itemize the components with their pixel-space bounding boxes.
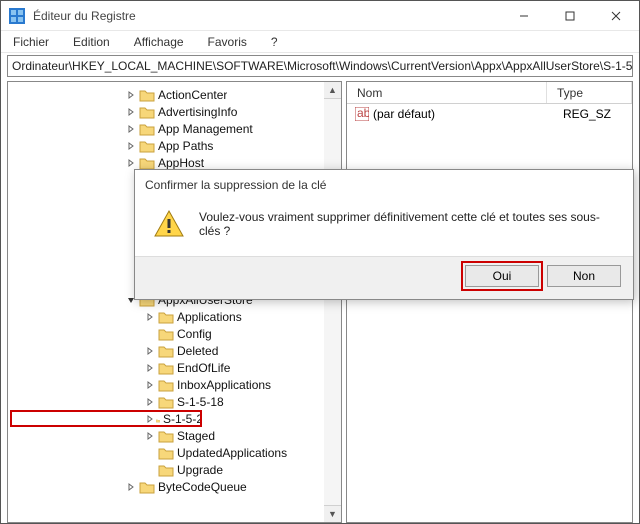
tree-item[interactable]: ByteCodeQueue <box>8 478 341 495</box>
scroll-down-button[interactable]: ▼ <box>324 505 341 522</box>
tree-label: ByteCodeQueue <box>158 480 247 494</box>
folder-icon <box>158 310 174 324</box>
folder-icon <box>158 463 174 477</box>
expand-icon[interactable] <box>144 347 156 355</box>
tree-item[interactable]: S-1-5-18 <box>8 393 341 410</box>
list-pane[interactable]: Nom Type ab (par défaut) REG_SZ <box>346 81 633 523</box>
folder-icon <box>139 480 155 494</box>
tree-item[interactable]: Deleted <box>8 342 341 359</box>
folder-icon <box>158 361 174 375</box>
minimize-button[interactable] <box>501 1 547 31</box>
col-type[interactable]: Type <box>547 82 632 103</box>
col-name[interactable]: Nom <box>347 82 547 103</box>
menubar: Fichier Edition Affichage Favoris ? <box>1 31 639 53</box>
expand-icon[interactable] <box>146 415 154 423</box>
tree-label: Staged <box>177 429 215 443</box>
tree-pane[interactable]: ▲ ▼ ActionCenter AdvertisingInfo App Man… <box>7 81 342 523</box>
svg-text:ab: ab <box>357 107 369 120</box>
menu-edit[interactable]: Edition <box>67 33 116 51</box>
tree-label: Deleted <box>177 344 218 358</box>
tree-label: UpdatedApplications <box>177 446 287 460</box>
value-type: REG_SZ <box>563 107 611 121</box>
tree-label: App Management <box>158 122 253 136</box>
expand-icon[interactable] <box>125 108 137 116</box>
collapse-icon[interactable] <box>125 296 137 304</box>
expand-icon[interactable] <box>144 313 156 321</box>
list-row[interactable]: ab (par défaut) REG_SZ <box>347 104 632 124</box>
tree-label: EndOfLife <box>177 361 230 375</box>
folder-icon <box>158 378 174 392</box>
maximize-button[interactable] <box>547 1 593 31</box>
tree-item[interactable]: App Paths <box>8 137 341 154</box>
list-header: Nom Type <box>347 82 632 104</box>
tree-item-selected[interactable]: S-1-5-21-1615741886-3699 <box>10 410 202 427</box>
tree-label: AppHost <box>158 156 204 170</box>
folder-icon <box>139 139 155 153</box>
tree-item[interactable]: InboxApplications <box>8 376 341 393</box>
value-name: (par défaut) <box>373 107 563 121</box>
tree-item[interactable]: ActionCenter <box>8 86 341 103</box>
scroll-track[interactable] <box>324 99 341 505</box>
tree-item-parent[interactable]: AppxAllUserStore <box>8 291 341 308</box>
folder-icon <box>158 344 174 358</box>
address-bar[interactable]: Ordinateur\HKEY_LOCAL_MACHINE\SOFTWARE\M… <box>7 55 633 77</box>
folder-icon <box>158 327 174 341</box>
app-icon <box>9 8 25 24</box>
tree-label: InboxApplications <box>177 378 271 392</box>
expand-icon[interactable] <box>125 483 137 491</box>
expand-icon[interactable] <box>125 142 137 150</box>
tree-label: Upgrade <box>177 463 223 477</box>
tree-label: S-1-5-18 <box>177 395 224 409</box>
tree-label: AdvertisingInfo <box>158 105 237 119</box>
tree: ActionCenter AdvertisingInfo App Managem… <box>8 82 341 495</box>
tree-item[interactable]: AdvertisingInfo <box>8 103 341 120</box>
tree-item[interactable]: Staged <box>8 427 341 444</box>
menu-help[interactable]: ? <box>265 33 284 51</box>
window-title: Éditeur du Registre <box>33 9 501 23</box>
folder-icon <box>156 412 160 426</box>
tree-item[interactable]: UpdatedApplications <box>8 444 341 461</box>
close-button[interactable] <box>593 1 639 31</box>
folder-icon <box>139 122 155 136</box>
folder-icon <box>139 88 155 102</box>
address-text: Ordinateur\HKEY_LOCAL_MACHINE\SOFTWARE\M… <box>12 59 632 73</box>
tree-item[interactable]: AppHost <box>8 154 341 171</box>
menu-favorites[interactable]: Favoris <box>202 33 253 51</box>
main-panes: ▲ ▼ ActionCenter AdvertisingInfo App Man… <box>1 81 639 523</box>
tree-label: S-1-5-21-1615741886-3699 <box>163 412 200 426</box>
titlebar: Éditeur du Registre <box>1 1 639 31</box>
expand-icon[interactable] <box>125 159 137 167</box>
tree-item[interactable]: Config <box>8 325 341 342</box>
tree-item[interactable]: App Management <box>8 120 341 137</box>
folder-icon <box>139 156 155 170</box>
expand-icon[interactable] <box>144 364 156 372</box>
folder-icon <box>158 395 174 409</box>
menu-file[interactable]: Fichier <box>7 33 55 51</box>
folder-icon <box>139 293 155 307</box>
expand-icon[interactable] <box>125 91 137 99</box>
expand-icon[interactable] <box>144 381 156 389</box>
tree-label: AppxAllUserStore <box>158 293 253 307</box>
tree-label: Applications <box>177 310 242 324</box>
expand-icon[interactable] <box>144 432 156 440</box>
tree-label: ActionCenter <box>158 88 227 102</box>
folder-icon <box>158 446 174 460</box>
tree-label: Config <box>177 327 212 341</box>
folder-icon <box>139 105 155 119</box>
tree-item[interactable]: Applications <box>8 308 341 325</box>
menu-view[interactable]: Affichage <box>128 33 190 51</box>
tree-label: App Paths <box>158 139 213 153</box>
tree-item[interactable]: EndOfLife <box>8 359 341 376</box>
window-controls <box>501 1 639 31</box>
reg-string-icon: ab <box>355 107 369 121</box>
expand-icon[interactable] <box>125 125 137 133</box>
folder-icon <box>158 429 174 443</box>
scroll-up-button[interactable]: ▲ <box>324 82 341 99</box>
expand-icon[interactable] <box>144 398 156 406</box>
tree-item[interactable]: Upgrade <box>8 461 341 478</box>
